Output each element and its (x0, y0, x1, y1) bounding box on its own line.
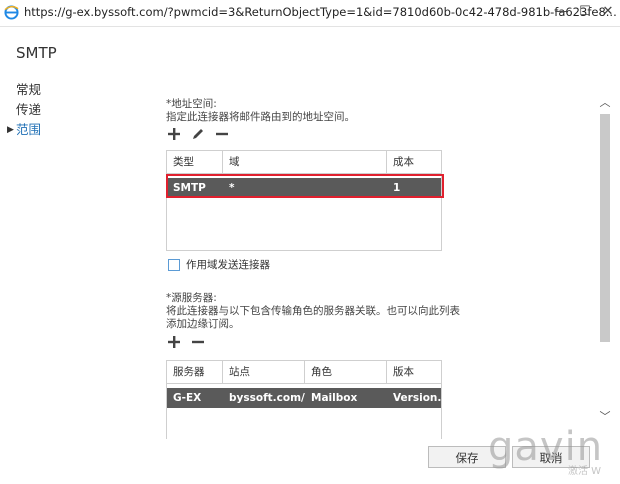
scope-checkbox-label: 作用域发送连接器 (186, 259, 270, 271)
scope-checkbox[interactable] (168, 258, 180, 271)
column-header[interactable]: 角色 (305, 361, 387, 383)
watermark-subtext: 激活 W (568, 466, 602, 477)
scroll-down-icon[interactable]: ﹀ (597, 410, 613, 424)
nav-item-scope[interactable]: ▶ 范围 (7, 120, 42, 140)
side-nav: 常规 传递 ▶ 范围 (7, 80, 42, 140)
minimize-icon[interactable]: — (551, 3, 571, 21)
column-header[interactable]: 站点 (223, 361, 305, 383)
selection-highlight (166, 174, 444, 198)
url-text: https://g-ex.byssoft.com/?pwmcid=3&Retur… (24, 5, 617, 19)
column-header[interactable]: 版本 (387, 361, 441, 383)
nav-item-label: 传递 (16, 102, 42, 117)
browser-titlebar: https://g-ex.byssoft.com/?pwmcid=3&Retur… (0, 0, 620, 27)
scrollbar-thumb[interactable] (600, 114, 610, 342)
source-servers-description: 添加边缘订阅。 (166, 318, 240, 330)
maximize-icon[interactable]: ☐ (575, 3, 595, 21)
column-header[interactable]: 成本 (387, 151, 441, 173)
add-icon[interactable] (166, 126, 182, 142)
active-arrow-icon: ▶ (7, 125, 14, 135)
table-header: 类型 域 成本 (167, 151, 441, 174)
cell-site: byssoft.com/... (229, 392, 305, 404)
source-servers-table: 服务器 站点 角色 版本 G-EX byssoft.com/... Mailbo… (166, 360, 442, 439)
browser-icon (4, 5, 19, 20)
remove-icon[interactable] (190, 334, 206, 350)
scroll-up-icon[interactable]: ︿ (597, 96, 613, 110)
nav-item-label: 常规 (16, 82, 42, 97)
column-header[interactable]: 服务器 (167, 361, 223, 383)
column-header[interactable]: 域 (223, 151, 387, 173)
address-space-toolbar (166, 126, 230, 142)
nav-item-delivery[interactable]: 传递 (16, 100, 41, 120)
cell-server: G-EX (173, 392, 202, 404)
nav-item-general[interactable]: 常规 (16, 80, 41, 100)
page-title: SMTP (16, 44, 57, 62)
source-servers-toolbar (166, 334, 206, 350)
edit-icon[interactable] (190, 126, 206, 142)
scope-checkbox-field[interactable]: 作用域发送连接器 (168, 257, 270, 272)
address-space-table: 类型 域 成本 SMTP * 1 (166, 150, 442, 251)
cell-role: Mailbox (311, 392, 358, 404)
table-row[interactable]: G-EX byssoft.com/... Mailbox Version... (167, 388, 441, 408)
remove-icon[interactable] (214, 126, 230, 142)
table-header: 服务器 站点 角色 版本 (167, 361, 441, 384)
add-icon[interactable] (166, 334, 182, 350)
close-icon[interactable]: ✕ (598, 3, 618, 21)
address-space-description: 指定此连接器将邮件路由到的地址空间。 (166, 111, 355, 123)
column-header[interactable]: 类型 (167, 151, 223, 173)
vertical-scrollbar[interactable]: ︿ ﹀ (597, 96, 613, 438)
cell-version: Version... (393, 392, 441, 404)
nav-item-label: 范围 (16, 122, 42, 137)
